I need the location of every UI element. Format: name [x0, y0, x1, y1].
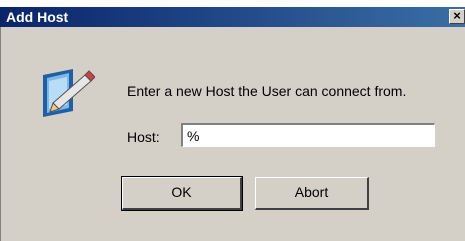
instruction-text: Enter a new Host the User can connect fr… — [127, 83, 407, 99]
dialog-body: Enter a new Host the User can connect fr… — [0, 27, 465, 241]
ok-button[interactable]: OK — [121, 176, 243, 211]
close-icon: × — [453, 8, 461, 23]
window-title: Add Host — [6, 9, 69, 25]
host-label: Host: — [127, 129, 160, 145]
add-host-dialog: Add Host × Enter a new Host the User can… — [0, 7, 465, 241]
abort-button[interactable]: Abort — [255, 177, 369, 210]
host-input[interactable] — [180, 122, 436, 148]
edit-pencil-icon — [43, 69, 95, 117]
close-button[interactable]: × — [449, 9, 465, 24]
title-bar[interactable]: Add Host × — [0, 7, 465, 27]
